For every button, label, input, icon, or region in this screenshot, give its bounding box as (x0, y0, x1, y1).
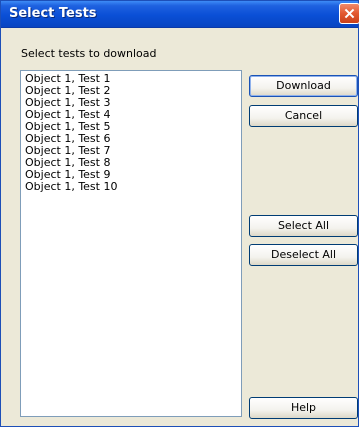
list-item[interactable]: Object 1, Test 10 (25, 181, 237, 193)
deselect-all-button[interactable]: Deselect All (249, 244, 358, 266)
select-tests-dialog: Select Tests Select tests to download Ob… (0, 0, 359, 427)
window-title: Select Tests (9, 6, 97, 21)
instruction-label: Select tests to download (21, 47, 157, 60)
close-icon (344, 8, 355, 19)
title-bar[interactable]: Select Tests (1, 1, 359, 28)
select-all-button[interactable]: Select All (249, 215, 358, 237)
help-button[interactable]: Help (249, 397, 358, 419)
tests-listbox[interactable]: Object 1, Test 1 Object 1, Test 2 Object… (20, 70, 242, 417)
cancel-button[interactable]: Cancel (249, 105, 358, 127)
download-button[interactable]: Download (249, 75, 358, 97)
close-button[interactable] (339, 3, 359, 24)
